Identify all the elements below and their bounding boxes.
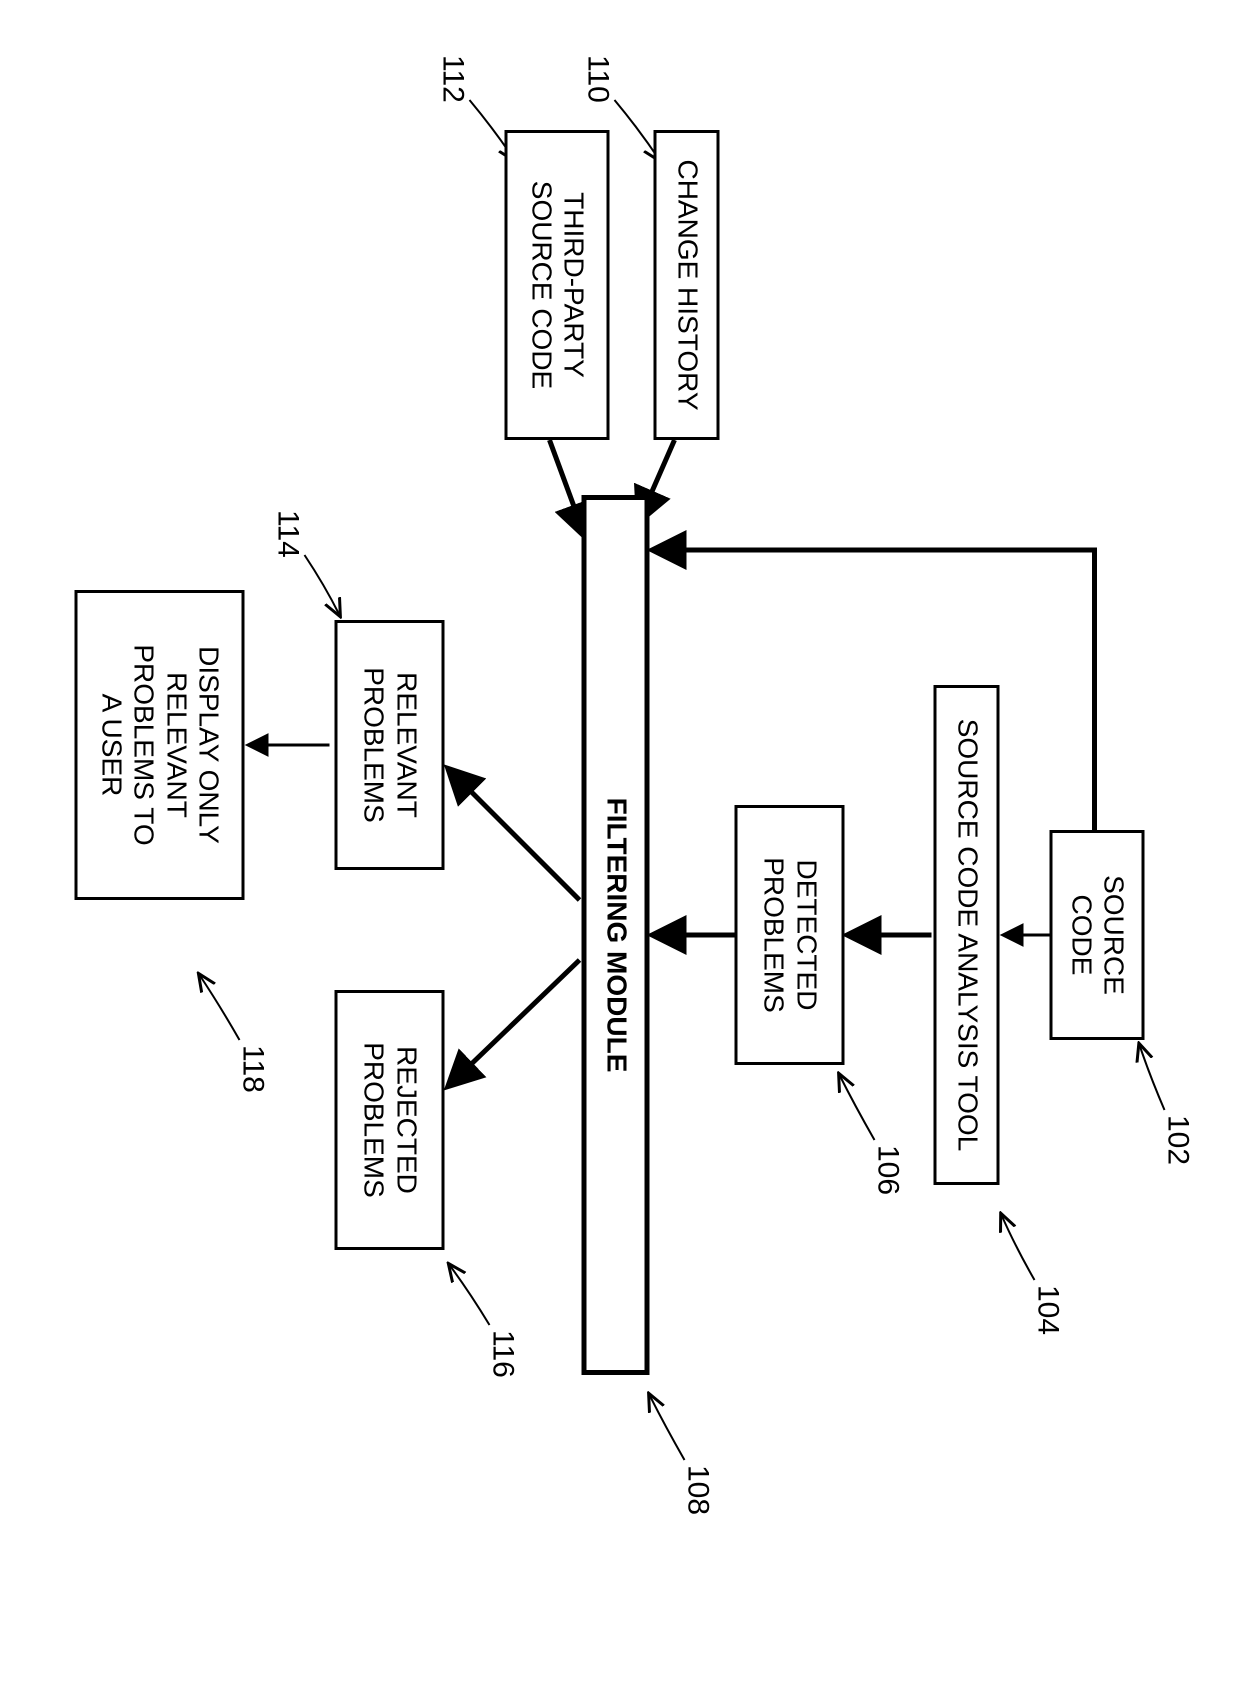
- label-display: DISPLAY ONLYRELEVANTPROBLEMS TOA USER: [96, 644, 225, 845]
- ref-106: 106: [871, 1145, 905, 1195]
- label-relevant-problems: RELEVANTPROBLEMS: [358, 667, 422, 823]
- ref-114: 114: [271, 510, 305, 558]
- box-filtering-module: FILTERING MODULE: [582, 495, 650, 1375]
- label-analysis-tool: SOURCE CODE ANALYSIS TOOL: [951, 719, 983, 1152]
- ref-118: 118: [236, 1045, 270, 1093]
- label-third-party: THIRD-PARTYSOURCE CODE: [525, 181, 589, 389]
- box-third-party: THIRD-PARTYSOURCE CODE: [505, 130, 610, 440]
- label-source-code: SOURCECODE: [1065, 875, 1129, 995]
- box-detected-problems: DETECTEDPROBLEMS: [735, 805, 845, 1065]
- label-change-history: CHANGE HISTORY: [671, 159, 703, 410]
- ref-116: 116: [486, 1330, 520, 1378]
- ref-108: 108: [681, 1465, 715, 1515]
- ref-112: 112: [436, 55, 470, 103]
- label-rejected-problems: REJECTEDPROBLEMS: [358, 1042, 422, 1198]
- ref-104: 104: [1031, 1285, 1065, 1335]
- box-rejected-problems: REJECTEDPROBLEMS: [335, 990, 445, 1250]
- label-filtering-module: FILTERING MODULE: [600, 798, 632, 1073]
- box-analysis-tool: SOURCE CODE ANALYSIS TOOL: [934, 685, 1000, 1185]
- label-detected-problems: DETECTEDPROBLEMS: [758, 857, 822, 1013]
- box-relevant-problems: RELEVANTPROBLEMS: [335, 620, 445, 870]
- box-change-history: CHANGE HISTORY: [654, 130, 720, 440]
- diagram-canvas: SOURCECODE SOURCE CODE ANALYSIS TOOL DET…: [0, 0, 1240, 1697]
- ref-110: 110: [581, 55, 615, 103]
- ref-102: 102: [1161, 1115, 1195, 1165]
- box-display: DISPLAY ONLYRELEVANTPROBLEMS TOA USER: [75, 590, 245, 900]
- box-source-code: SOURCECODE: [1050, 830, 1145, 1040]
